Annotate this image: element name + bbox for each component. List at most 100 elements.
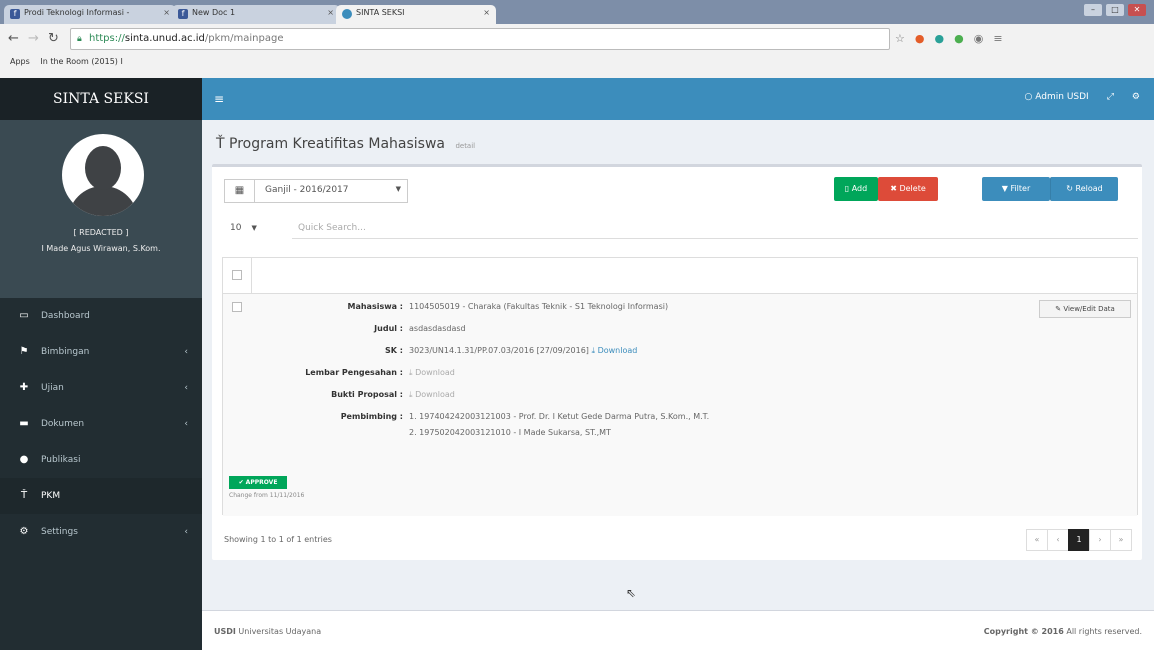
label-bukti-proposal: Bukti Proposal : bbox=[331, 390, 403, 399]
filter-icon: ▼ bbox=[1001, 184, 1008, 193]
delete-label: Delete bbox=[899, 184, 926, 193]
value-pembimbing-2: 2. 197502042003121010 - I Made Sukarsa, … bbox=[409, 428, 611, 437]
sidebar-item-bimbingan[interactable]: ⚑ Bimbingan ‹ bbox=[0, 334, 202, 370]
footer-rights: All rights reserved. bbox=[1063, 627, 1142, 636]
chevron-left-icon: ‹ bbox=[184, 347, 188, 357]
browser-tab-1[interactable]: f Prodi Teknologi Informasi - × bbox=[4, 5, 176, 24]
avatar-head bbox=[85, 146, 121, 190]
semester-value: Ganjil - 2016/2017 bbox=[265, 185, 349, 195]
reload-button[interactable]: ↻ Reload bbox=[1050, 177, 1118, 201]
bukti-download-link[interactable]: ⤓ Download bbox=[409, 390, 455, 400]
semester-select[interactable]: ▦ Ganjil - 2016/2017 ▼ bbox=[224, 179, 408, 203]
chevron-left-icon: ‹ bbox=[184, 383, 188, 393]
star-icon[interactable]: ☆ bbox=[895, 32, 905, 45]
admin-area: ○ Admin USDI ⤢ ⚙ bbox=[1025, 92, 1140, 102]
hamburger-icon[interactable]: ≡ bbox=[214, 92, 224, 106]
expand-icon[interactable]: ⤢ bbox=[1107, 92, 1114, 102]
flag-icon: ⚑ bbox=[19, 346, 29, 357]
delete-button[interactable]: ✖ Delete bbox=[878, 177, 938, 201]
pencil-icon: ✎ bbox=[1055, 305, 1062, 313]
app-logo[interactable]: SINTA SEKSI bbox=[0, 78, 202, 120]
url-scheme: https:// bbox=[89, 33, 125, 44]
close-icon[interactable]: × bbox=[163, 8, 170, 17]
user-circle-icon: ○ bbox=[1024, 92, 1033, 102]
browser-tab-2[interactable]: f New Doc 1 × bbox=[172, 5, 340, 24]
download-label: Download bbox=[597, 346, 638, 355]
remove-icon: ✖ bbox=[890, 184, 897, 193]
row-checkbox[interactable] bbox=[232, 302, 242, 312]
footer-left: USDI Universitas Udayana bbox=[214, 627, 321, 636]
lembar-download-link[interactable]: ⤓ Download bbox=[409, 368, 455, 378]
sinta-icon bbox=[342, 9, 352, 19]
next-page-button[interactable]: › bbox=[1089, 529, 1111, 551]
page-title-text: Program Kreatifitas Mahasiswa bbox=[229, 136, 445, 152]
sidebar-item-ujian[interactable]: ✚ Ujian ‹ bbox=[0, 370, 202, 406]
page-subtitle: detail bbox=[455, 142, 476, 150]
tab-label: SINTA SEKSI bbox=[356, 8, 405, 17]
globe-icon: ● bbox=[19, 454, 29, 465]
chevron-left-icon: ‹ bbox=[184, 419, 188, 429]
browser-tab-3[interactable]: SINTA SEKSI × bbox=[336, 5, 496, 24]
maximize-icon[interactable]: □ bbox=[1106, 4, 1124, 16]
last-page-button[interactable]: » bbox=[1110, 529, 1132, 551]
cogs-icon: ⚙ bbox=[19, 526, 29, 537]
quick-search-input[interactable]: Quick Search... bbox=[292, 219, 1138, 239]
status-badge: ✔ APPROVE bbox=[229, 476, 287, 489]
label-sk: SK : bbox=[385, 346, 403, 355]
footer-org: USDI bbox=[214, 627, 236, 636]
entries-info: Showing 1 to 1 of 1 entries bbox=[224, 535, 332, 544]
file-icon: ▯ bbox=[844, 184, 850, 193]
sidebar-item-dashboard[interactable]: ▭ Dashboard bbox=[0, 298, 202, 334]
browser-toolbar: ← → ↻ 🔒︎ https://sinta.unud.ac.id/pkm/ma… bbox=[0, 24, 1154, 54]
select-all-checkbox[interactable] bbox=[232, 270, 242, 280]
close-icon[interactable]: × bbox=[327, 8, 334, 17]
caret-down-icon: ▼ bbox=[251, 224, 257, 232]
extension-icon[interactable]: ● bbox=[954, 32, 964, 45]
user-role: I Made Agus Wirawan, S.Kom. bbox=[41, 244, 161, 253]
top-navbar: ≡ ○ Admin USDI ⤢ ⚙ bbox=[202, 78, 1154, 120]
bookmark-apps[interactable]: Apps bbox=[10, 57, 30, 66]
download-icon: ⤓ bbox=[591, 346, 596, 355]
menu-icon[interactable]: ≡ bbox=[993, 32, 1002, 45]
filter-label: Filter bbox=[1010, 184, 1031, 193]
prev-page-button[interactable]: ‹ bbox=[1047, 529, 1069, 551]
table-row: Mahasiswa : 1104505019 - Charaka (Fakult… bbox=[223, 294, 1137, 516]
sidebar-item-settings[interactable]: ⚙ Settings ‹ bbox=[0, 514, 202, 550]
minimize-icon[interactable]: – bbox=[1084, 4, 1102, 16]
view-edit-label: View/Edit Data bbox=[1063, 305, 1115, 313]
address-bar[interactable]: 🔒︎ https://sinta.unud.ac.id/pkm/mainpage bbox=[70, 28, 890, 50]
extension-icon[interactable]: ◉ bbox=[974, 32, 984, 45]
browser-chrome: f Prodi Teknologi Informasi - × f New Do… bbox=[0, 0, 1154, 78]
page-1-button[interactable]: 1 bbox=[1068, 529, 1090, 551]
page-size-select[interactable]: 10 ▼ bbox=[230, 223, 257, 233]
add-button[interactable]: ▯ Add bbox=[834, 177, 878, 201]
sidebar-item-label: Dashboard bbox=[41, 311, 90, 321]
sidebar-item-pkm[interactable]: Ť PKM bbox=[0, 478, 202, 514]
view-edit-button[interactable]: ✎ View/Edit Data bbox=[1039, 300, 1131, 318]
data-table: Mahasiswa : 1104505019 - Charaka (Fakult… bbox=[222, 257, 1138, 516]
sidebar: SINTA SEKSI [ REDACTED ] I Made Agus Wir… bbox=[0, 78, 202, 650]
label-mahasiswa: Mahasiswa : bbox=[347, 302, 404, 311]
download-label: Download bbox=[415, 390, 455, 399]
settings-icon[interactable]: ⚙ bbox=[1132, 92, 1140, 102]
sidebar-item-publikasi[interactable]: ● Publikasi bbox=[0, 442, 202, 478]
extension-icon[interactable]: ● bbox=[934, 32, 944, 45]
pin-icon: ✚ bbox=[19, 382, 29, 393]
download-label: Download bbox=[415, 368, 455, 377]
filter-button[interactable]: ▼ Filter bbox=[982, 177, 1050, 201]
forward-icon[interactable]: → bbox=[28, 31, 39, 46]
admin-user-menu[interactable]: ○ Admin USDI bbox=[1025, 92, 1089, 102]
first-page-button[interactable]: « bbox=[1026, 529, 1048, 551]
sk-download-link[interactable]: ⤓ Download bbox=[591, 346, 637, 355]
extension-icon[interactable]: ● bbox=[915, 32, 925, 45]
close-icon[interactable]: × bbox=[483, 8, 490, 17]
bookmark-item[interactable]: In the Room (2015) I bbox=[40, 57, 122, 66]
folder-icon: ▬ bbox=[19, 418, 29, 429]
sidebar-item-dokumen[interactable]: ▬ Dokumen ‹ bbox=[0, 406, 202, 442]
sidebar-item-label: Dokumen bbox=[41, 419, 85, 429]
sidebar-item-label: Settings bbox=[41, 527, 78, 537]
window-close-icon[interactable]: ✕ bbox=[1128, 4, 1146, 16]
reload-icon[interactable]: ↻ bbox=[48, 31, 59, 46]
back-icon[interactable]: ← bbox=[8, 31, 19, 46]
admin-label: Admin USDI bbox=[1035, 92, 1089, 102]
